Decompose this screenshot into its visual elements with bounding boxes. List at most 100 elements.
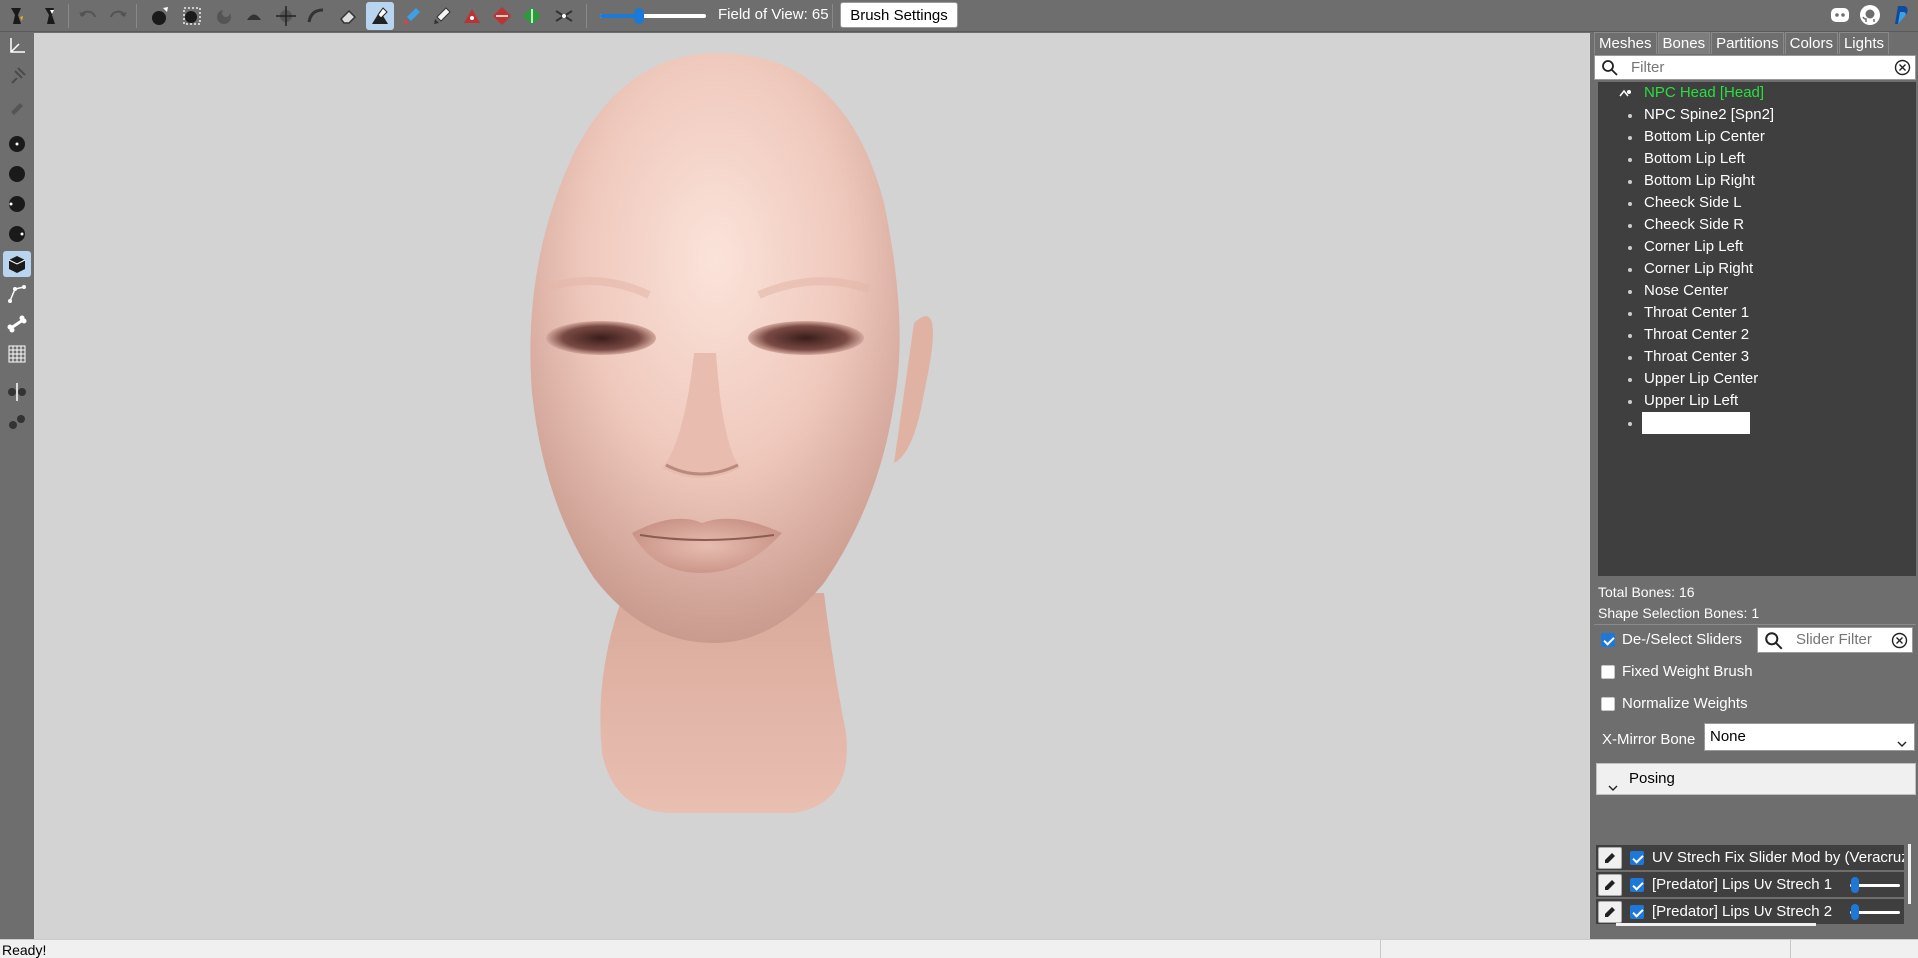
field-of-view-thumb[interactable] — [634, 8, 644, 24]
smooth-brush-icon[interactable] — [302, 2, 330, 30]
move-brush-icon[interactable] — [272, 2, 300, 30]
outfit-icon[interactable] — [36, 2, 64, 30]
pencil-icon — [1605, 907, 1615, 917]
undo-icon[interactable] — [74, 2, 102, 30]
xmirror-bone-select[interactable]: None — [1704, 723, 1915, 751]
horizontal-scrollbar[interactable] — [1616, 923, 1816, 926]
slider-name: [Predator] Lips Uv Strech 1 — [1652, 876, 1833, 893]
bone-label: Bottom Lip Right — [1644, 172, 1755, 189]
deselect-sliders-label: De-/Select Sliders — [1622, 631, 1743, 648]
tab-partitions[interactable]: Partitions — [1711, 32, 1784, 54]
bone-label: Upper Lip Right — [1642, 412, 1751, 434]
search-icon — [1764, 631, 1784, 655]
slider-edit-button[interactable] — [1598, 874, 1622, 896]
bones-icon[interactable] — [3, 311, 31, 337]
tab-meshes[interactable]: Meshes — [1594, 32, 1657, 54]
slider-thumb[interactable] — [1851, 904, 1859, 920]
slider-edit-button[interactable] — [1598, 901, 1622, 923]
deselect-sliders-checkbox[interactable] — [1601, 633, 1615, 647]
pivot-pin-icon[interactable] — [3, 63, 31, 89]
slider-thumb[interactable] — [1851, 877, 1859, 893]
select-brush-icon[interactable] — [146, 2, 174, 30]
vertical-scrollbar[interactable] — [1908, 844, 1911, 904]
fixed-weight-brush-label: Fixed Weight Brush — [1622, 663, 1753, 680]
bone-tree[interactable]: NPC Head [Head] NPC Spine2 [Spn2] Bottom… — [1598, 82, 1916, 576]
dots-icon[interactable] — [3, 409, 31, 435]
main-toolbar: Field of View: 65 Brush Settings — [0, 0, 1918, 32]
inflate-brush-icon[interactable] — [210, 2, 238, 30]
bone-label: Nose Center — [1644, 282, 1729, 299]
slider-row: UV Strech Fix Slider Mod by (Veracruz — [1596, 845, 1904, 871]
bone-label: Throat Center 3 — [1644, 348, 1750, 365]
bone-label: Throat Center 1 — [1644, 304, 1750, 321]
brush-size-small-icon[interactable] — [3, 131, 31, 157]
github-icon[interactable] — [1857, 2, 1883, 28]
slider-filter-input[interactable] — [1796, 631, 1882, 648]
color-brush-icon[interactable] — [398, 2, 426, 30]
bone-filter-input[interactable] — [1631, 58, 1871, 77]
tab-colors[interactable]: Colors — [1784, 32, 1838, 54]
chevron-down-icon — [1896, 732, 1908, 758]
slider-edit-button[interactable] — [1598, 847, 1622, 869]
deflate-brush-icon[interactable] — [240, 2, 268, 30]
total-bones-label: Total Bones: 16 — [1598, 584, 1695, 600]
brush-size-large-icon[interactable] — [3, 191, 31, 217]
redo-icon[interactable] — [104, 2, 132, 30]
head-mesh[interactable] — [34, 33, 1590, 939]
clear-filter-icon[interactable] — [1891, 632, 1908, 653]
bone-label: NPC Head [Head] — [1644, 84, 1765, 101]
status-bar: Ready! — [0, 939, 1918, 958]
wireframe-icon[interactable] — [3, 281, 31, 307]
paypal-icon[interactable] — [1887, 2, 1913, 28]
fixed-weight-brush-checkbox[interactable] — [1601, 665, 1615, 679]
delete-vertex-icon[interactable] — [550, 2, 578, 30]
posing-section-header[interactable]: Posing — [1596, 763, 1916, 795]
brush-settings-button[interactable]: Brush Settings — [840, 2, 958, 28]
bone-label: Cheeck Side L — [1644, 194, 1742, 211]
collapse-vertex-icon[interactable] — [458, 2, 486, 30]
weight-brush-icon[interactable] — [366, 2, 394, 30]
posing-label: Posing — [1629, 770, 1675, 787]
xmirror-bone-label: X-Mirror Bone — [1602, 731, 1696, 748]
left-toolbar — [0, 33, 34, 939]
3d-viewport[interactable] — [34, 33, 1590, 939]
slider-row: [Predator] Lips Uv Strech 1 — [1596, 872, 1904, 898]
field-of-view-slider[interactable] — [600, 8, 706, 24]
app-window: Field of View: 65 Brush Settings Meshes … — [0, 0, 1918, 958]
mask-rect-icon[interactable] — [178, 2, 206, 30]
tab-lights[interactable]: Lights — [1838, 32, 1889, 54]
right-panel: Meshes Bones Partitions Colors Lights NP… — [1592, 32, 1918, 939]
slider-filter-box — [1757, 627, 1913, 653]
split-edge-icon[interactable] — [518, 2, 546, 30]
clear-filter-icon[interactable] — [1894, 59, 1911, 80]
bone-label: Upper Lip Left — [1644, 392, 1739, 409]
pencil-icon — [1605, 853, 1615, 863]
slider-checkbox[interactable] — [1630, 878, 1644, 892]
slider-name: UV Strech Fix Slider Mod by (Veracruz — [1652, 849, 1904, 866]
bone-filter-box — [1594, 55, 1916, 80]
tab-bones[interactable]: Bones — [1657, 32, 1711, 54]
flip-edge-icon[interactable] — [488, 2, 516, 30]
mirror-x-icon[interactable] — [3, 379, 31, 405]
slider-checkbox[interactable] — [1630, 905, 1644, 919]
discord-icon[interactable] — [1827, 2, 1853, 28]
slider-checkbox[interactable] — [1630, 851, 1644, 865]
bone-options-panel: De-/Select Sliders Fixed Weight Brush No… — [1594, 624, 1916, 939]
bone-label: Throat Center 2 — [1644, 326, 1750, 343]
slider-name: [Predator] Lips Uv Strech 2 — [1652, 903, 1833, 920]
app-logo-icon[interactable] — [2, 2, 30, 30]
alpha-brush-icon[interactable] — [428, 2, 456, 30]
bone-label: NPC Spine2 [Spn2] — [1644, 106, 1775, 123]
brush-size-xlarge-icon[interactable] — [3, 221, 31, 247]
normalize-weights-label: Normalize Weights — [1622, 695, 1748, 712]
eraser-icon[interactable] — [334, 2, 362, 30]
vertex-edit-icon[interactable] — [3, 93, 31, 119]
grid-texture-icon[interactable] — [3, 341, 31, 367]
normalize-weights-checkbox[interactable] — [1601, 697, 1615, 711]
transform-axis-icon[interactable] — [3, 33, 31, 59]
brush-size-medium-icon[interactable] — [3, 161, 31, 187]
shaded-cube-icon[interactable] — [3, 251, 31, 277]
bone-label: Corner Lip Right — [1644, 260, 1754, 277]
expand-toggle-icon[interactable] — [1618, 86, 1632, 108]
bone-label: Bottom Lip Center — [1644, 128, 1765, 145]
